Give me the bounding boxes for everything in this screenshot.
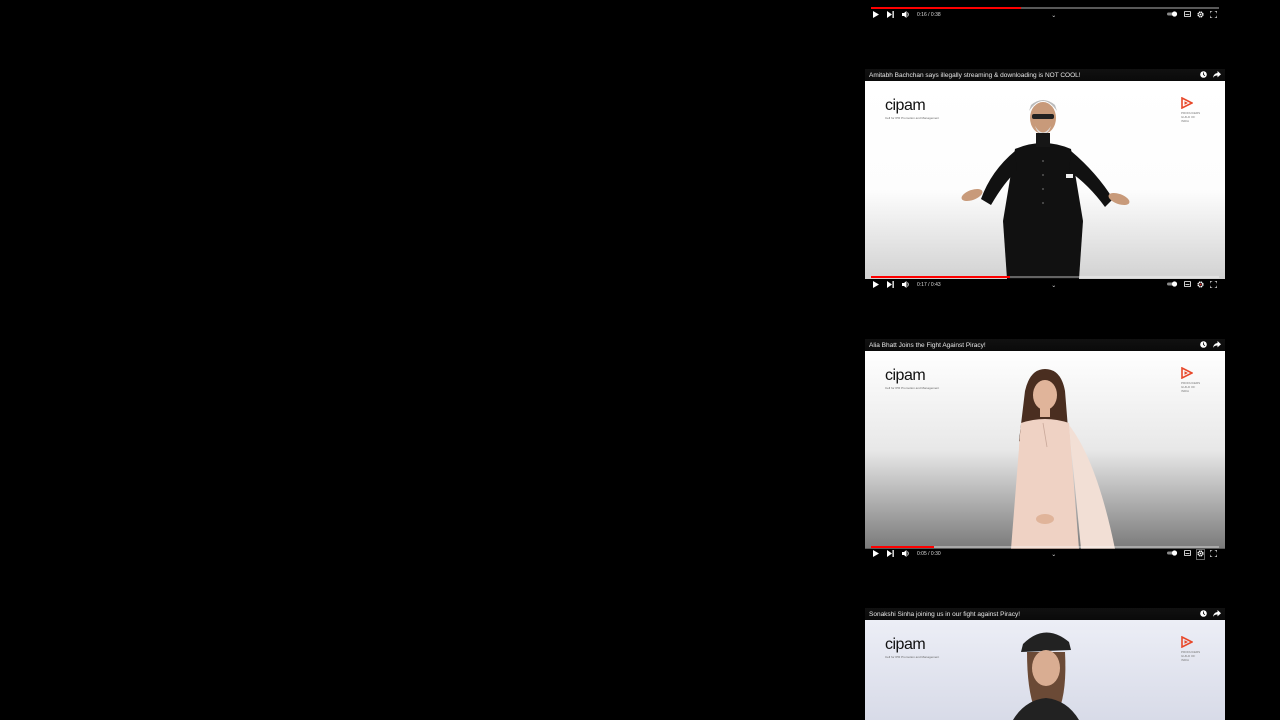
presenter-figure (1013, 632, 1079, 720)
next-icon[interactable] (887, 10, 894, 20)
volume-icon[interactable] (902, 10, 909, 20)
progress-bar[interactable] (871, 276, 1219, 278)
chevron-down-icon[interactable]: ⌄ (1051, 12, 1056, 19)
subtitles-icon[interactable] (1184, 11, 1191, 19)
watch-later-icon[interactable] (1200, 609, 1207, 619)
video-titlebar: Sonakshi Sinha joining us in our fight a… (865, 608, 1225, 620)
video-frame[interactable]: cipam Cell for IPR Promotion and Managem… (865, 351, 1225, 549)
player-controls: 0:16 / 0:38 ⌄ (865, 9, 1225, 21)
share-icon[interactable] (1213, 70, 1221, 80)
chevron-down-icon[interactable]: ⌄ (1051, 551, 1056, 558)
settings-icon[interactable] (1196, 548, 1205, 560)
autoplay-icon[interactable] (1167, 11, 1178, 19)
play-icon[interactable] (873, 280, 879, 290)
player-controls: 0:05 / 0:30 ⌄ (865, 548, 1225, 560)
video-title[interactable]: Amitabh Bachchan says illegally streamin… (869, 72, 1081, 79)
share-icon[interactable] (1213, 340, 1221, 350)
presenter-figure (1011, 369, 1115, 549)
autoplay-icon[interactable] (1167, 281, 1178, 289)
subtitles-icon[interactable] (1184, 281, 1191, 289)
play-icon[interactable] (873, 10, 879, 20)
share-icon[interactable] (1213, 609, 1221, 619)
time-display: 0:16 / 0:38 (917, 12, 941, 18)
chevron-down-icon[interactable]: ⌄ (1051, 282, 1056, 289)
time-display: 0:17 / 0:43 (917, 282, 941, 288)
fullscreen-icon[interactable] (1209, 549, 1218, 559)
play-icon[interactable] (873, 549, 879, 559)
autoplay-icon[interactable] (1167, 550, 1178, 558)
video-titlebar: Amitabh Bachchan says illegally streamin… (865, 69, 1225, 81)
volume-icon[interactable] (902, 280, 909, 290)
video-title[interactable]: Sonakshi Sinha joining us in our fight a… (869, 611, 1020, 618)
video-frame[interactable]: cipam Cell for IPR Promotion and Managem… (865, 620, 1225, 720)
settings-icon[interactable] (1197, 280, 1204, 290)
fullscreen-icon[interactable] (1209, 10, 1218, 20)
presenter-figure (961, 100, 1130, 279)
next-icon[interactable] (887, 549, 894, 559)
watch-later-icon[interactable] (1200, 70, 1207, 80)
player-controls: 0:17 / 0:43 ⌄ (865, 279, 1225, 291)
video-title[interactable]: Alia Bhatt Joins the Fight Against Pirac… (869, 342, 986, 349)
progress-fill (871, 276, 1011, 278)
video-frame[interactable]: cipam Cell for IPR Promotion and Managem… (865, 81, 1225, 279)
fullscreen-icon[interactable] (1209, 280, 1218, 290)
next-icon[interactable] (887, 280, 894, 290)
subtitles-icon[interactable] (1184, 550, 1191, 558)
volume-icon[interactable] (902, 549, 909, 559)
time-display: 0:05 / 0:30 (917, 551, 941, 557)
watch-later-icon[interactable] (1200, 340, 1207, 350)
video-titlebar: Alia Bhatt Joins the Fight Against Pirac… (865, 339, 1225, 351)
settings-icon[interactable] (1197, 10, 1204, 20)
